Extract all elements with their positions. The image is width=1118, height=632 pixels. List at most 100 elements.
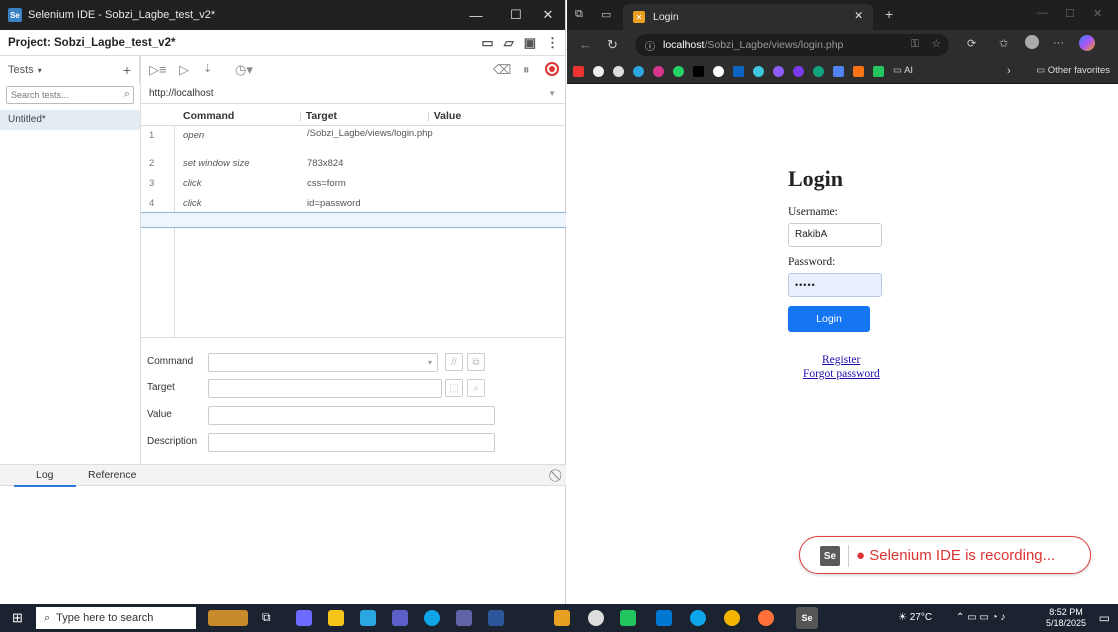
bookmark-icon[interactable] [853,66,864,77]
chrome-icon[interactable] [724,610,740,626]
tab-login[interactable]: ✕ Login ✕ [623,4,873,30]
copilot-icon[interactable] [296,610,312,626]
x-bookmark-icon[interactable] [693,66,704,77]
close-tab-icon[interactable]: ✕ [854,10,863,22]
bookmark-icon[interactable] [773,66,784,77]
news-widget-icon[interactable] [208,610,248,626]
info-icon[interactable]: ⓘ [645,38,655,53]
value-input[interactable] [208,406,495,425]
test-item-untitled[interactable]: Untitled* [0,110,140,130]
run-current-test-icon[interactable]: ▷ [179,62,189,78]
xampp-icon[interactable] [554,610,570,626]
key-icon[interactable]: ⚿ [911,38,919,51]
task-view-icon[interactable]: ⧉ [262,610,278,626]
new-project-icon[interactable]: ▭ [481,35,493,51]
refresh-icon[interactable]: ↻ [607,37,618,53]
speed-icon[interactable]: ◷▾ [235,62,253,78]
find-target-icon[interactable]: ⌕ [467,379,485,397]
tab-actions-icon[interactable]: ▭ [601,8,611,21]
favorites-icon[interactable]: ✩ [999,37,1008,50]
open-project-icon[interactable]: ▱ [504,35,514,51]
file-explorer-icon[interactable] [328,610,344,626]
maximize-icon[interactable]: ☐ [498,0,534,30]
address-bar[interactable]: ⓘ localhost/Sobzi_Lagbe/views/login.php … [635,34,949,56]
teams-icon[interactable] [456,610,472,626]
selected-empty-row[interactable] [141,212,566,228]
notifications-icon[interactable]: ▭ [1099,611,1110,625]
open-reference-icon[interactable]: ⧉ [467,353,485,371]
telegram-bookmark-icon[interactable] [633,66,644,77]
stop-recording-icon[interactable] [545,62,559,76]
app-icon[interactable] [588,610,604,626]
target-input[interactable] [208,379,442,398]
chatgpt-bookmark-icon[interactable] [813,66,824,77]
save-project-icon[interactable]: ▣ [524,35,536,51]
app-icon[interactable] [620,610,636,626]
workspaces-icon[interactable]: ⧉ [575,8,583,21]
extension-icon[interactable]: ⟳ [967,37,976,50]
tab-reference[interactable]: Reference [88,469,136,481]
bookmark-icon[interactable] [793,66,804,77]
forgot-password-link[interactable]: Forgot password [803,368,880,380]
taskbar-clock[interactable]: 8:52 PM 5/18/2025 [1046,607,1086,629]
search-tests-input[interactable] [7,87,115,103]
app-icon[interactable] [392,610,408,626]
tab-log[interactable]: Log [36,469,54,481]
chevron-down-icon[interactable]: ▼ [548,84,556,104]
run-all-tests-icon[interactable]: ▷≡ [149,62,167,78]
edge-icon[interactable] [690,610,706,626]
other-favorites[interactable]: ▭ Other favorites [1036,65,1110,76]
row-command: open [183,130,205,141]
toggle-comment-icon[interactable]: // [445,353,463,371]
instagram-bookmark-icon[interactable] [653,66,664,77]
bookmark-folder-ai[interactable]: ▭ AI [893,65,913,76]
selenium-taskbar-icon[interactable]: Se [796,607,818,629]
word-icon[interactable] [488,610,504,626]
select-target-icon[interactable]: ⬚ [445,379,463,397]
add-test-icon[interactable]: + [123,62,131,78]
maximize-icon[interactable]: ☐ [1065,7,1075,20]
github-bookmark-icon[interactable] [713,66,724,77]
vscode-icon[interactable] [656,610,672,626]
tests-dropdown[interactable]: Tests ▾ + [0,56,140,84]
edge-icon[interactable] [424,610,440,626]
chevron-right-icon[interactable]: › [1007,65,1011,77]
whatsapp-bookmark-icon[interactable] [673,66,684,77]
close-icon[interactable]: ✕ [1093,7,1102,20]
more-menu-icon[interactable]: ⋮ [546,35,559,51]
bookmark-icon[interactable] [833,66,844,77]
firefox-icon[interactable] [758,610,774,626]
project-title[interactable]: Project: Sobzi_Lagbe_test_v2* [8,37,175,49]
taskbar-search[interactable]: ⌕ Type here to search [36,607,196,629]
back-icon[interactable]: ← [579,37,592,52]
weather-widget[interactable]: ☀ 27°C [898,612,932,623]
description-input[interactable] [208,433,495,452]
password-input[interactable]: ••••• [788,273,882,297]
window-title: Selenium IDE - Sobzi_Lagbe_test_v2* [28,9,216,21]
profile-avatar[interactable] [1025,35,1039,49]
minimize-icon[interactable]: — [1037,7,1048,19]
google-bookmark-icon[interactable] [613,66,624,77]
app-icon[interactable] [360,610,376,626]
register-link[interactable]: Register [822,354,860,366]
google-bookmark-icon[interactable] [593,66,604,77]
system-tray-icons[interactable]: ⌃ ▭ ▭ ◔ ♪ [956,612,1005,623]
linkedin-bookmark-icon[interactable] [733,66,744,77]
youtube-bookmark-icon[interactable] [573,66,584,77]
close-icon[interactable]: ✕ [530,0,566,30]
username-input[interactable]: RakibA [788,223,882,247]
bookmark-icon[interactable] [873,66,884,77]
new-tab-icon[interactable]: + [885,6,893,22]
windows-start-icon[interactable]: ⊞ [12,610,23,626]
pause-exceptions-icon[interactable]: ⏸ [523,62,530,78]
copilot-icon[interactable] [1079,35,1095,51]
step-over-icon[interactable]: ⇣ [203,62,212,75]
login-button[interactable]: Login [788,306,870,332]
command-select[interactable]: ▾ [208,353,438,372]
disable-breakpoints-icon[interactable]: ⌫ [493,62,511,78]
favorite-star-icon[interactable]: ☆ [932,38,941,50]
bookmark-icon[interactable] [753,66,764,77]
more-menu-icon[interactable]: ··· [1053,37,1064,49]
minimize-icon[interactable]: — [458,0,494,30]
base-url-field[interactable]: http://localhost ▼ [141,84,566,104]
